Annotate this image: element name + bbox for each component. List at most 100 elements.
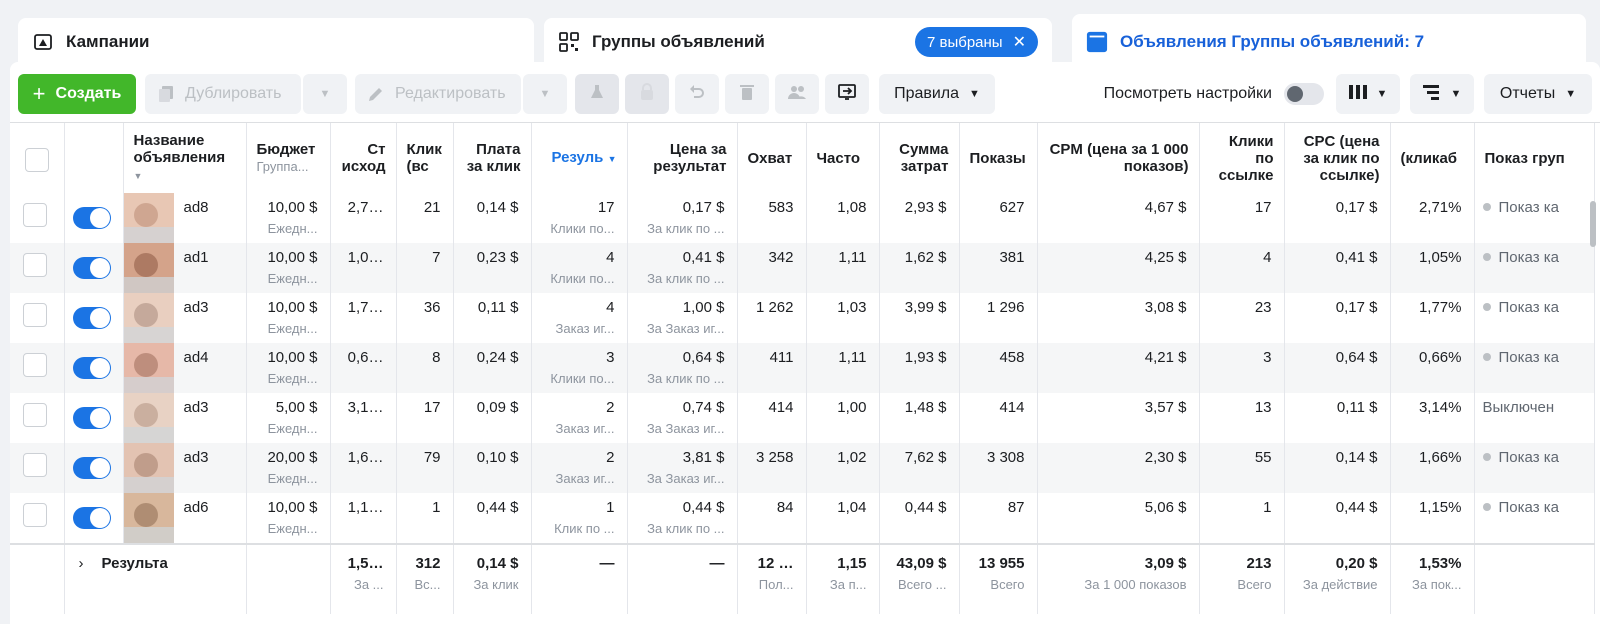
tab-ads[interactable]: Объявления Группы объявлений: 7	[1072, 14, 1586, 66]
row-select-cell	[10, 193, 65, 243]
tab-campaigns[interactable]: Кампании	[18, 18, 534, 66]
ad-on-off-toggle[interactable]	[72, 357, 111, 379]
impressions-cell: 1 296	[959, 293, 1038, 343]
col-cpc-link-header[interactable]: CPC (цена за клик по ссылке)	[1284, 123, 1391, 193]
cpc-all-cell: 0,14 $	[453, 193, 532, 243]
delivery-cell: Показ ка	[1474, 343, 1595, 393]
duplicate-button[interactable]: Дублировать	[145, 74, 301, 114]
tab-adsets[interactable]: Группы объявлений 7 выбраны ✕	[544, 18, 1052, 66]
col-link-clicks-header[interactable]: Клики по ссылке	[1199, 123, 1285, 193]
sort-caret-icon: ▼	[607, 153, 617, 164]
cpr-cell: 0,44 $ За клик по ...	[627, 493, 738, 544]
ad-on-off-toggle[interactable]	[72, 507, 111, 529]
create-button[interactable]: + Создать	[18, 74, 136, 114]
col-clicks-all-header[interactable]: Клик (вс	[396, 123, 454, 193]
reports-button[interactable]: Отчеты ▼	[1484, 74, 1592, 114]
results-cell: 17 Клики по...	[531, 193, 628, 243]
ad-name: ad8	[183, 199, 209, 216]
col-budget-header[interactable]: Бюджет Группа...	[246, 123, 331, 193]
cpc-all-cell: 0,10 $	[453, 443, 532, 493]
ad-name-cell[interactable]: ad4	[123, 343, 247, 393]
undo-button[interactable]	[675, 74, 719, 114]
tab-adsets-label: Группы объявлений	[592, 32, 765, 51]
row-select-cell	[10, 243, 65, 293]
row-checkbox[interactable]	[22, 403, 47, 427]
status-dot	[1482, 253, 1491, 261]
totals-label-cell: › Результа	[64, 544, 247, 614]
vertical-scrollbar[interactable]	[1590, 201, 1596, 247]
col-cost-src-header[interactable]: Ст исход	[330, 123, 397, 193]
row-checkbox[interactable]	[22, 203, 47, 227]
budget-cell: 10,00 $ Ежедн...	[246, 343, 331, 393]
audience-button[interactable]	[775, 74, 819, 114]
row-toggle-cell	[64, 243, 124, 293]
columns-button[interactable]: ▼	[1336, 74, 1400, 114]
totals-cpc-all: 0,14 $ За клик	[453, 544, 532, 614]
col-reach-header[interactable]: Охват	[737, 123, 807, 193]
preview-button[interactable]	[625, 74, 669, 114]
row-checkbox[interactable]	[22, 353, 47, 377]
col-ctr-header[interactable]: (кликаб	[1390, 123, 1475, 193]
table-row[interactable]: ad6 10,00 $ Ежедн... 1,1… 1 0,44 $1 Клик по .…	[10, 493, 1595, 544]
col-cpc-all-header[interactable]: Плата за клик	[453, 123, 532, 193]
row-checkbox[interactable]	[22, 253, 47, 277]
col-spend-header[interactable]: Сумма затрат	[879, 123, 960, 193]
selected-chip[interactable]: 7 выбраны ✕	[914, 27, 1038, 57]
delete-button[interactable]	[725, 74, 769, 114]
totals-delivery	[1474, 544, 1595, 614]
table-row[interactable]: ad1 10,00 $ Ежедн... 1,0… 7 0,23 $4 Клики по.…	[10, 243, 1595, 293]
ad-name-cell[interactable]: ad1	[123, 243, 247, 293]
col-cpr-header[interactable]: Цена за результат	[627, 123, 738, 193]
ad-name-cell[interactable]: ad3	[123, 443, 247, 493]
table-row[interactable]: ad3 5,00 $ Ежедн... 3,1… 17 0,09 $2 Заказ иг.…	[10, 393, 1595, 443]
close-icon[interactable]: ✕	[1013, 32, 1026, 52]
cpm-cell: 4,25 $	[1037, 243, 1200, 293]
impressions-cell: 3 308	[959, 443, 1038, 493]
col-cpm-header[interactable]: CPM (цена за 1 000 показов)	[1037, 123, 1200, 193]
table-row[interactable]: ad8 10,00 $ Ежедн... 2,7… 21 0,14 $17 Клики п…	[10, 193, 1595, 243]
col-name-header[interactable]: Название объявления ▼	[123, 123, 247, 193]
row-checkbox[interactable]	[22, 503, 47, 527]
reach-cell: 1 262	[737, 293, 807, 343]
cpc-all-cell: 0,44 $	[453, 493, 532, 544]
rules-button[interactable]: Правила ▼	[879, 74, 995, 114]
table-row[interactable]: ad4 10,00 $ Ежедн... 0,6… 8 0,24 $3 Клики по.…	[10, 343, 1595, 393]
col-results-header[interactable]: Резуль ▼	[531, 123, 628, 193]
edit-button[interactable]: Редактировать	[355, 74, 521, 114]
ad-on-off-toggle[interactable]	[72, 307, 111, 329]
row-checkbox[interactable]	[22, 303, 47, 327]
edit-dropdown[interactable]: ▼	[523, 74, 567, 114]
row-checkbox[interactable]	[22, 453, 47, 477]
col-frequency-header[interactable]: Часто	[806, 123, 880, 193]
ad-name-cell[interactable]: ad3	[123, 393, 247, 443]
cpr-cell: 0,17 $ За клик по ...	[627, 193, 738, 243]
table-row[interactable]: ad3 10,00 $ Ежедн... 1,7… 36 0,11 $4 Заказ иг…	[10, 293, 1595, 343]
ctr-cell: 0,66%	[1390, 343, 1475, 393]
cpr-cell: 1,00 $ За Заказ иг...	[627, 293, 738, 343]
ad-on-off-toggle[interactable]	[72, 407, 111, 429]
status-dot	[1482, 303, 1491, 311]
budget-cell: 10,00 $ Ежедн...	[246, 193, 331, 243]
spend-cell: 3,99 $	[879, 293, 960, 343]
export-button[interactable]	[825, 74, 869, 114]
ad-name-cell[interactable]: ad3	[123, 293, 247, 343]
ad-name-cell[interactable]: ad8	[123, 193, 247, 243]
col-impressions-header[interactable]: Показы	[959, 123, 1038, 193]
view-settings-toggle[interactable]	[1284, 83, 1324, 105]
ad-name-cell[interactable]: ad6	[123, 493, 247, 544]
ab-test-button[interactable]	[575, 74, 619, 114]
ad-on-off-toggle[interactable]	[72, 207, 111, 229]
select-all-checkbox[interactable]	[24, 148, 49, 172]
duplicate-dropdown[interactable]: ▼	[303, 74, 347, 114]
col-cpm-label: CPM (цена за 1 000 показов)	[1049, 141, 1189, 175]
ad-on-off-toggle[interactable]	[72, 257, 111, 279]
breakdown-button[interactable]: ▼	[1410, 74, 1474, 114]
ad-on-off-toggle[interactable]	[72, 457, 111, 479]
table-row[interactable]: ad3 20,00 $ Ежедн... 1,6… 79 0,10 $2 Заказ иг…	[10, 443, 1595, 493]
col-delivery-header[interactable]: Показ груп	[1474, 123, 1595, 193]
impressions-cell: 458	[959, 343, 1038, 393]
impressions-cell: 627	[959, 193, 1038, 243]
delivery-status: Показ ка	[1498, 349, 1559, 366]
chevron-right-icon[interactable]: ›	[79, 555, 84, 572]
cpc-link-cell: 0,11 $	[1284, 393, 1391, 443]
